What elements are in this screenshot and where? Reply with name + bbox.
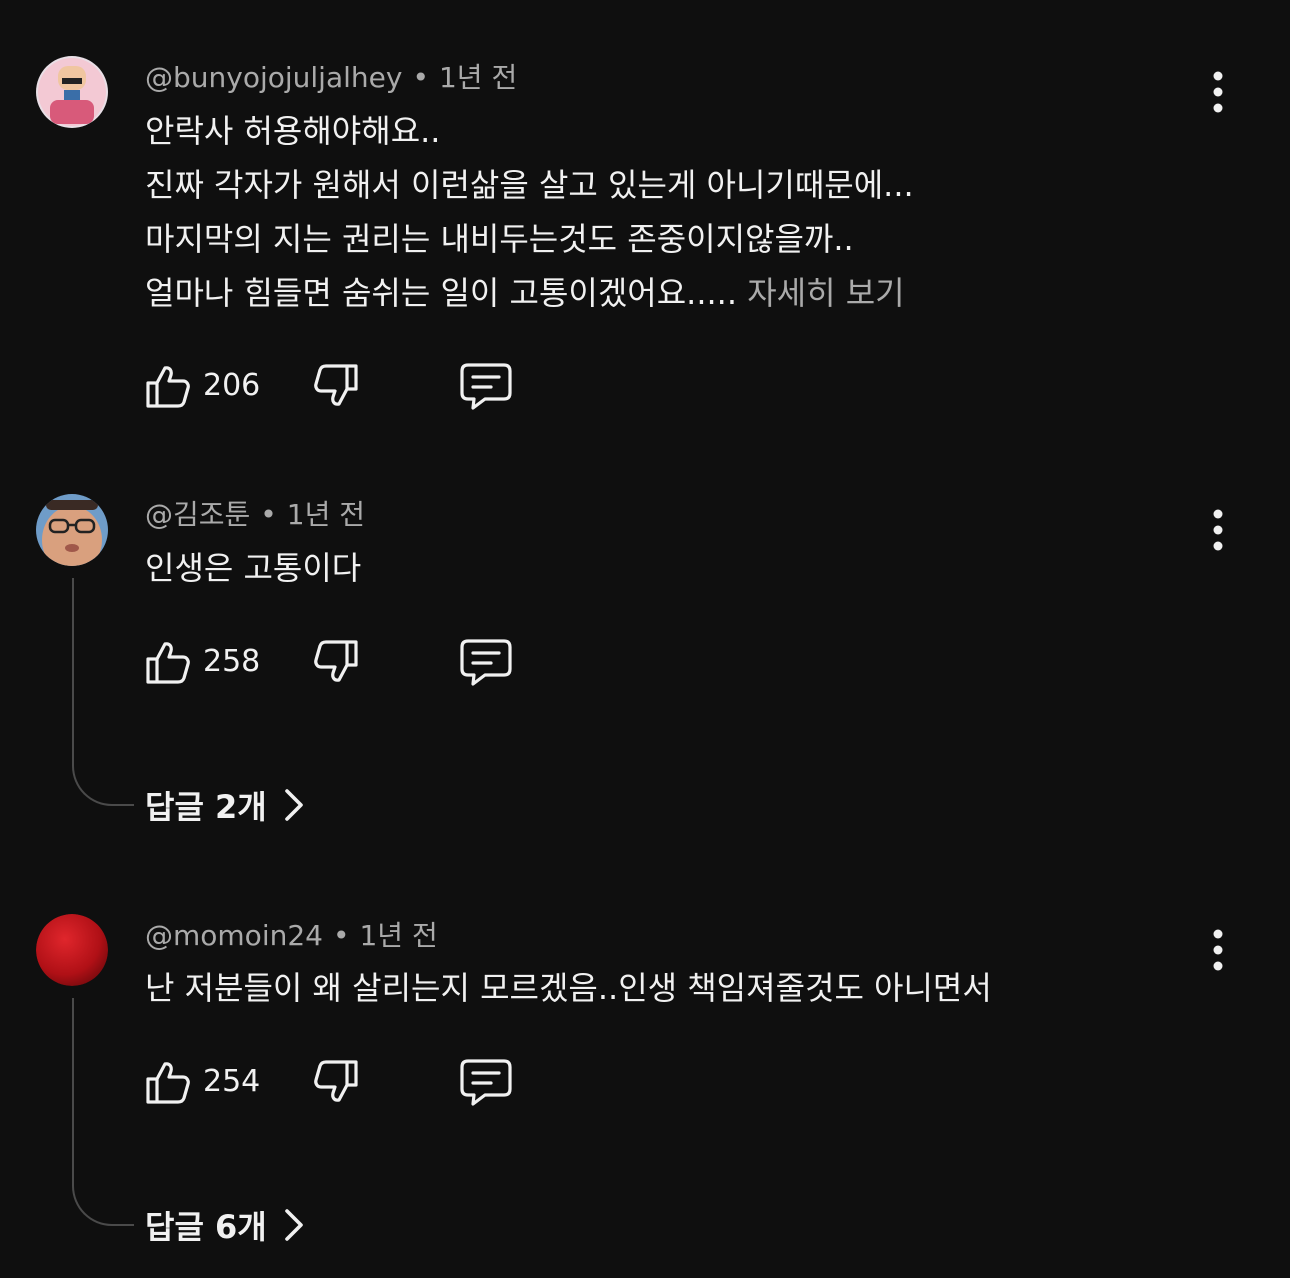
avatar[interactable] xyxy=(36,914,108,986)
like-count: 206 xyxy=(203,368,261,403)
reply-button[interactable] xyxy=(459,1056,513,1108)
read-more-link[interactable]: 자세히 보기 xyxy=(747,274,904,312)
thread-line xyxy=(72,998,134,1226)
avatar[interactable] xyxy=(36,494,108,566)
avatar[interactable] xyxy=(36,56,108,128)
like-button[interactable]: 254 xyxy=(143,1056,260,1108)
meta-separator: • xyxy=(260,498,277,531)
chevron-right-icon xyxy=(284,1209,303,1241)
comment-time: 1년 전 xyxy=(438,61,518,94)
comment-icon xyxy=(460,1059,512,1106)
more-vert-icon[interactable] xyxy=(1198,926,1238,974)
comment-time: 1년 전 xyxy=(359,919,438,952)
comment-meta: @momoin24 • 1년 전 xyxy=(145,918,438,954)
like-count: 258 xyxy=(203,644,261,679)
chevron-right-icon xyxy=(284,789,303,821)
dislike-button[interactable] xyxy=(313,360,361,412)
comment-text: 안락사 허용해야해요.. 진짜 각자가 원해서 이런삶을 살고 있는게 아니기때… xyxy=(145,104,914,320)
thumbs-down-icon xyxy=(314,640,358,682)
like-button[interactable]: 258 xyxy=(143,636,260,688)
comment-icon xyxy=(460,363,512,410)
comment-author[interactable]: @김조툰 xyxy=(145,498,250,531)
thumbs-up-icon xyxy=(146,366,190,408)
meta-separator: • xyxy=(332,919,350,952)
thumbs-down-icon xyxy=(314,364,358,406)
comment-author[interactable]: @bunyojojuljalhey xyxy=(145,61,402,94)
comment-line: 인생은 고통이다 xyxy=(145,549,362,587)
meta-separator: • xyxy=(412,61,429,94)
like-count: 254 xyxy=(203,1064,261,1099)
comment-line: 얼마나 힘들면 숨쉬는 일이 고통이겠어요..... 자세히 보기 xyxy=(145,266,914,320)
thumbs-up-icon xyxy=(146,1062,190,1104)
thumbs-down-icon xyxy=(314,1060,358,1102)
like-button[interactable]: 206 xyxy=(143,360,260,412)
reply-button[interactable] xyxy=(459,360,513,412)
comment-text: 난 저분들이 왜 살리는지 모르겠음..인생 책임져줄것도 아니면서 xyxy=(145,961,992,1015)
replies-label: 답글 6개 xyxy=(145,1208,267,1246)
comment-line: 안락사 허용해야해요.. xyxy=(145,112,441,150)
comment-line: 난 저분들이 왜 살리는지 모르겠음..인생 책임져줄것도 아니면서 xyxy=(145,969,992,1007)
thumbs-up-icon xyxy=(146,642,190,684)
more-vert-icon[interactable] xyxy=(1198,506,1238,554)
dislike-button[interactable] xyxy=(313,1056,361,1108)
comment-line-text: 얼마나 힘들면 숨쉬는 일이 고통이겠어요..... xyxy=(145,274,738,312)
view-replies-button[interactable]: 답글 6개 xyxy=(145,1201,305,1249)
comment-time: 1년 전 xyxy=(286,498,366,531)
comment-text: 인생은 고통이다 xyxy=(145,541,361,595)
reply-button[interactable] xyxy=(459,636,513,688)
comment-line: 마지막의 지는 권리는 내비두는것도 존중이지않을까.. xyxy=(145,220,854,258)
view-replies-button[interactable]: 답글 2개 xyxy=(145,781,305,829)
comment-line: 진짜 각자가 원해서 이런삶을 살고 있는게 아니기때문에... xyxy=(145,166,914,204)
more-vert-icon[interactable] xyxy=(1198,68,1238,116)
comment-meta: @bunyojojuljalhey • 1년 전 xyxy=(145,60,517,96)
replies-label: 답글 2개 xyxy=(145,788,267,826)
thread-line xyxy=(72,578,134,806)
dislike-button[interactable] xyxy=(313,636,361,688)
comment-author[interactable]: @momoin24 xyxy=(145,919,323,952)
comment-icon xyxy=(460,639,512,686)
comment-meta: @김조툰 • 1년 전 xyxy=(145,497,365,533)
